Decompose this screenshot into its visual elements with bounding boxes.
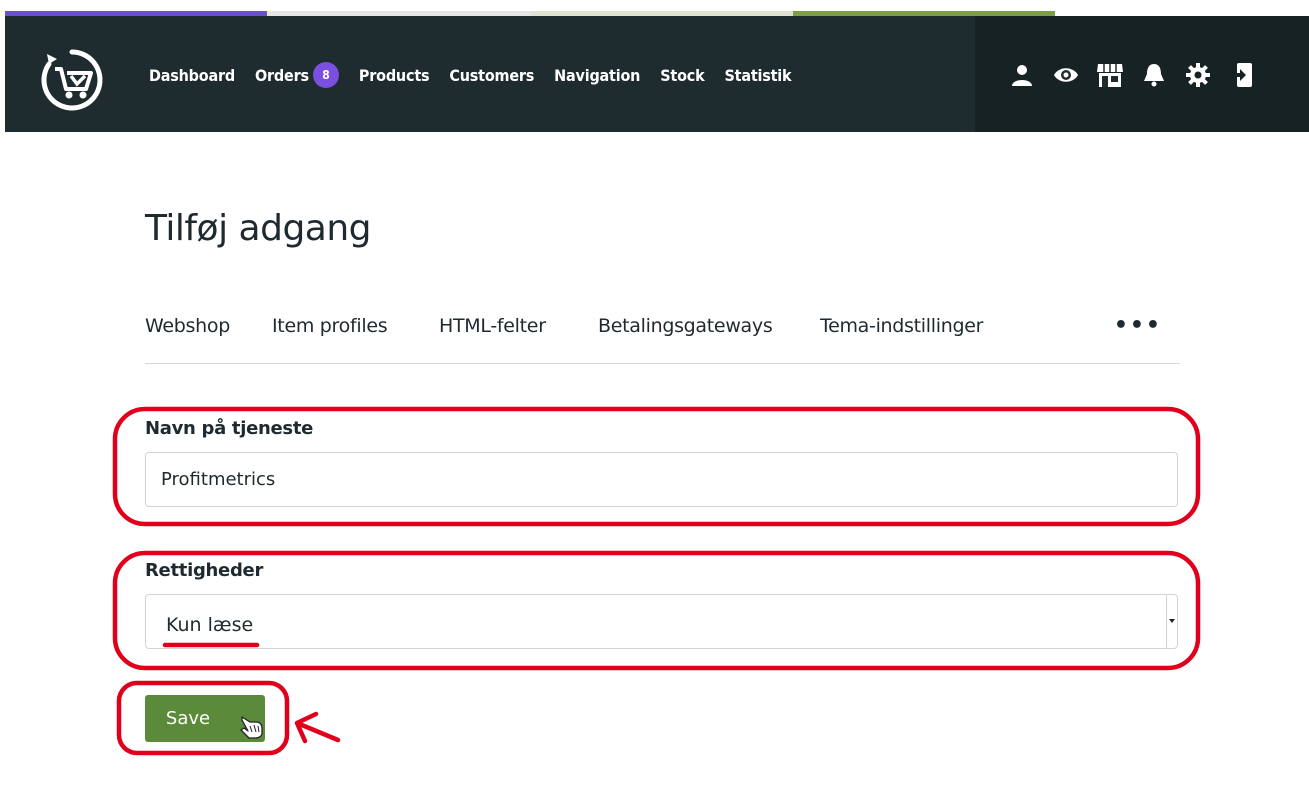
save-button[interactable]: Save bbox=[145, 695, 265, 742]
page-title: Tilføj adgang bbox=[145, 208, 372, 249]
nav-label: Statistik bbox=[724, 65, 792, 85]
eye-icon[interactable] bbox=[1049, 58, 1083, 92]
store-icon[interactable] bbox=[1093, 58, 1127, 92]
nav-label: Products bbox=[358, 65, 430, 85]
bell-icon[interactable] bbox=[1137, 58, 1171, 92]
cart-logo-icon[interactable] bbox=[39, 47, 105, 113]
rights-label: Rettigheder bbox=[145, 560, 264, 581]
nav-dashboard[interactable]: Dashboard bbox=[149, 66, 235, 85]
user-icon[interactable] bbox=[1005, 58, 1039, 92]
nav-label: Customers bbox=[449, 65, 535, 85]
pointer-arrow-icon bbox=[294, 711, 341, 744]
tab-betalingsgateways[interactable]: Betalingsgateways bbox=[598, 315, 773, 337]
top-navbar: Dashboard Orders 8 Products Customers Nav… bbox=[5, 16, 1309, 132]
logout-icon[interactable] bbox=[1225, 58, 1259, 92]
nav-navigation[interactable]: Navigation bbox=[554, 66, 640, 85]
nav-label: Stock bbox=[660, 65, 705, 85]
tab-webshop[interactable]: Webshop bbox=[145, 315, 230, 337]
nav-label: Navigation bbox=[554, 65, 641, 85]
orders-count-badge: 8 bbox=[312, 62, 339, 88]
service-name-input[interactable] bbox=[145, 452, 1178, 507]
tab-html-felter[interactable]: HTML-felter bbox=[439, 315, 546, 337]
main-nav: Dashboard Orders 8 Products Customers Nav… bbox=[149, 60, 811, 90]
select-arrow-icon bbox=[1166, 595, 1177, 648]
settings-tabs: Webshop Item profiles HTML-felter Betali… bbox=[145, 313, 1180, 364]
nav-statistik[interactable]: Statistik bbox=[724, 66, 791, 85]
rights-select[interactable]: Kun læse bbox=[145, 594, 1178, 649]
rights-selected-value: Kun læse bbox=[166, 614, 254, 636]
nav-icon-bar bbox=[1005, 58, 1269, 92]
nav-stock[interactable]: Stock bbox=[660, 66, 704, 85]
nav-label: Orders bbox=[255, 65, 309, 85]
gear-icon[interactable] bbox=[1181, 58, 1215, 92]
service-name-label: Navn på tjeneste bbox=[145, 418, 314, 439]
nav-customers[interactable]: Customers bbox=[449, 66, 534, 85]
more-tabs-button[interactable]: ••• bbox=[1114, 313, 1162, 338]
nav-label: Dashboard bbox=[149, 65, 235, 85]
nav-orders[interactable]: Orders 8 bbox=[255, 62, 339, 88]
tab-tema-indstillinger[interactable]: Tema-indstillinger bbox=[820, 315, 983, 337]
nav-products[interactable]: Products bbox=[358, 65, 430, 85]
tab-item-profiles[interactable]: Item profiles bbox=[272, 315, 388, 337]
